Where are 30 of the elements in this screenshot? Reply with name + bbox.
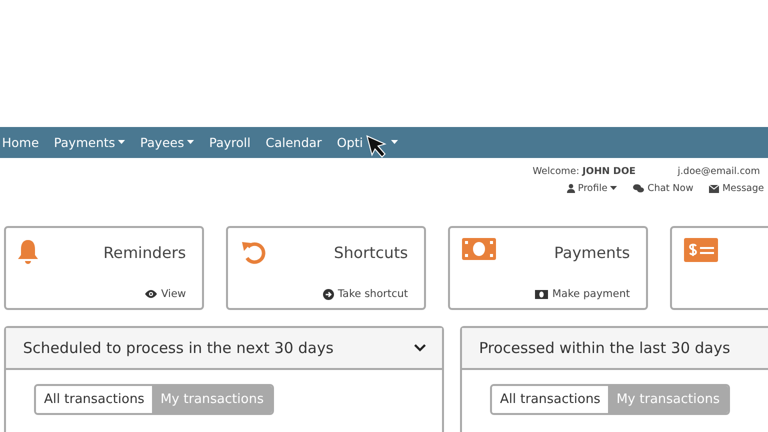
nav-link[interactable]: Payments	[54, 135, 126, 150]
card-action-link[interactable]: Take shortcut	[322, 288, 408, 300]
nav-link[interactable]: Calendar	[266, 135, 322, 150]
nav-link[interactable]: Home	[2, 135, 39, 150]
banknote-icon	[462, 238, 496, 260]
chat-icon	[633, 184, 644, 193]
envelope-icon	[709, 184, 720, 192]
nav-link[interactable]: Payees	[140, 135, 194, 150]
bill-icon	[684, 238, 718, 262]
banknote-icon	[535, 290, 548, 298]
chat-link[interactable]: Chat Now	[633, 183, 694, 194]
arrow-circle-icon	[322, 288, 334, 300]
bell-icon	[18, 238, 38, 266]
welcome-text: Welcome: JOHN DOE	[532, 166, 636, 177]
eye-icon	[145, 290, 158, 298]
card-title: Payments	[554, 244, 630, 262]
card-title: Reminders	[103, 244, 186, 262]
caret-icon	[610, 186, 618, 191]
nav-link[interactable]: Opti	[336, 127, 398, 158]
chevron-down-icon[interactable]	[414, 344, 426, 352]
user-icon	[566, 184, 575, 193]
profile-link[interactable]: Profile	[566, 183, 618, 194]
message-link[interactable]: Message	[709, 183, 764, 194]
panel-title: Scheduled to process in the next 30 days	[23, 339, 334, 357]
card-action-link[interactable]: Make payment	[535, 288, 630, 300]
card-action-link[interactable]: View	[145, 288, 186, 300]
panel-title: Processed within the last 30 days	[479, 339, 730, 357]
card-title: Shortcuts	[334, 244, 408, 262]
email-text: j.doe@email.com	[678, 166, 760, 177]
nav-link[interactable]: Payroll	[209, 135, 251, 150]
